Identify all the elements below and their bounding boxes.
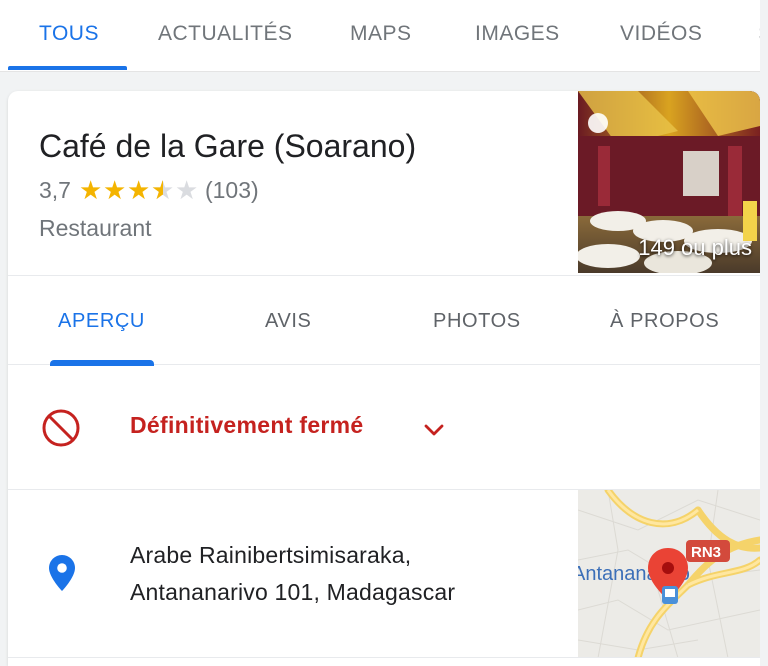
search-tab-all[interactable]: TOUS: [39, 22, 99, 46]
search-tabs-bar: TOUS ACTUALITÉS MAPS IMAGES VIDÉOS S: [0, 0, 768, 72]
tab-photos[interactable]: PHOTOS: [433, 310, 521, 333]
search-tab-news[interactable]: ACTUALITÉS: [158, 22, 293, 46]
rating-value: 3,7: [39, 176, 71, 203]
search-tab-videos[interactable]: VIDÉOS: [620, 22, 702, 46]
place-category: Restaurant: [39, 215, 152, 241]
permanently-closed-row[interactable]: Définitivement fermé: [8, 366, 760, 490]
prohibited-icon: [42, 409, 80, 447]
search-tab-images[interactable]: IMAGES: [475, 22, 560, 46]
address-row[interactable]: Arabe Rainibertsimisaraka, Antananarivo …: [8, 490, 760, 666]
tab-reviews[interactable]: AVIS: [265, 310, 312, 333]
star-icon: ★: [126, 175, 151, 205]
divider: [8, 657, 760, 658]
place-title[interactable]: Café de la Gare (Soarano): [39, 128, 416, 165]
rating-stars: ★ ★ ★ ★ ★: [79, 177, 199, 203]
location-pin-icon: [49, 555, 75, 591]
place-tabs: APERÇU AVIS PHOTOS À PROPOS: [8, 275, 760, 366]
review-count[interactable]: (103): [205, 177, 259, 204]
route-badge-label: RN3: [691, 544, 721, 561]
empty-star-icon: ★: [174, 175, 199, 205]
star-icon: ★: [102, 175, 127, 205]
photo-count: 149 ou plus: [638, 235, 752, 260]
address-line-1: Arabe Rainibertsimisaraka,: [130, 542, 412, 568]
map-image: Antananarivo RN3: [578, 490, 760, 658]
star-icon: ★: [78, 175, 103, 205]
address-line-2: Antananarivo 101, Madagascar: [130, 579, 456, 605]
place-card: Café de la Gare (Soarano) 3,7 ★ ★ ★ ★ ★ …: [8, 91, 760, 666]
closed-status-text: Définitivement fermé: [130, 412, 364, 438]
chevron-down-icon[interactable]: [422, 418, 446, 442]
map-thumbnail[interactable]: Antananarivo RN3: [578, 490, 760, 658]
tab-about[interactable]: À PROPOS: [610, 310, 719, 333]
half-star-icon: ★: [151, 177, 175, 203]
active-tab-indicator: [8, 66, 127, 70]
tab-overview[interactable]: APERÇU: [58, 310, 145, 333]
search-tab-maps[interactable]: MAPS: [350, 22, 412, 46]
screen-edge: [760, 0, 768, 666]
place-photo[interactable]: 149 ou plus: [578, 91, 760, 273]
rating-row[interactable]: 3,7 ★ ★ ★ ★ ★ (103): [39, 175, 259, 205]
